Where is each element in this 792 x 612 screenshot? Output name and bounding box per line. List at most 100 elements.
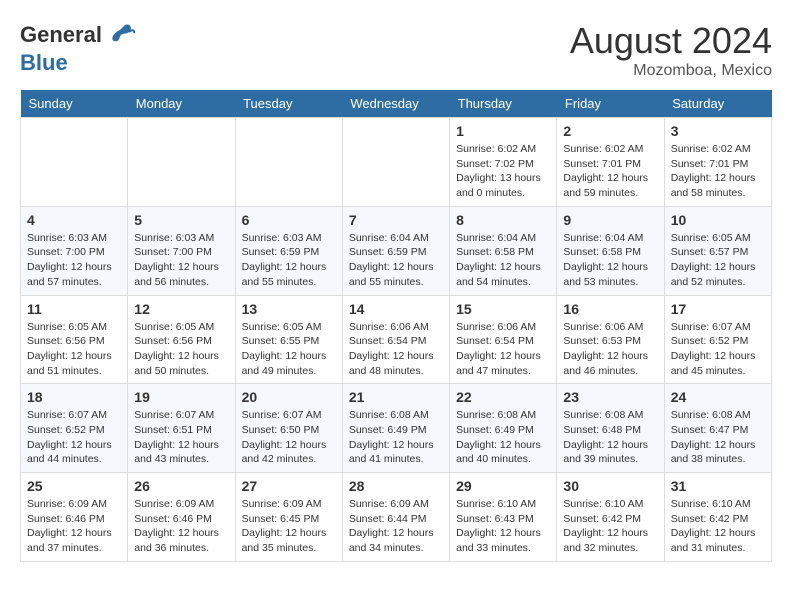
day-info: Sunrise: 6:02 AMSunset: 7:01 PMDaylight:…	[671, 142, 765, 201]
weekday-header-sunday: Sunday	[21, 90, 128, 118]
day-number: 7	[349, 212, 443, 228]
day-info: Sunrise: 6:07 AMSunset: 6:52 PMDaylight:…	[27, 408, 121, 467]
calendar-cell	[235, 118, 342, 207]
day-info: Sunrise: 6:07 AMSunset: 6:50 PMDaylight:…	[242, 408, 336, 467]
day-number: 13	[242, 301, 336, 317]
day-info: Sunrise: 6:05 AMSunset: 6:56 PMDaylight:…	[27, 320, 121, 379]
calendar-cell: 28 Sunrise: 6:09 AMSunset: 6:44 PMDayligh…	[342, 473, 449, 562]
calendar-cell: 3Sunrise: 6:02 AMSunset: 7:01 PMDaylight…	[664, 118, 771, 207]
calendar-cell: 2 Sunrise: 6:02 AMSunset: 7:01 PMDaylight…	[557, 118, 664, 207]
day-info: Sunrise: 6:05 AMSunset: 6:55 PMDaylight:…	[242, 320, 336, 379]
calendar-cell: 4Sunrise: 6:03 AMSunset: 7:00 PMDaylight…	[21, 206, 128, 295]
day-info: Sunrise: 6:04 AMSunset: 6:59 PMDaylight:…	[349, 231, 443, 290]
day-info: Sunrise: 6:05 AMSunset: 6:57 PMDaylight:…	[671, 231, 765, 290]
day-info: Sunrise: 6:03 AMSunset: 7:00 PMDaylight:…	[134, 231, 228, 290]
day-number: 30	[563, 478, 657, 494]
calendar-cell: 9 Sunrise: 6:04 AMSunset: 6:58 PMDaylight…	[557, 206, 664, 295]
logo-blue: Blue	[20, 50, 135, 76]
day-number: 16	[563, 301, 657, 317]
day-info: Sunrise: 6:09 AMSunset: 6:46 PMDaylight:…	[134, 497, 228, 556]
calendar-cell: 18 Sunrise: 6:07 AMSunset: 6:52 PMDayligh…	[21, 384, 128, 473]
calendar-week-row: 25Sunrise: 6:09 AMSunset: 6:46 PMDayligh…	[21, 473, 772, 562]
day-number: 19	[134, 389, 228, 405]
day-info: Sunrise: 6:07 AMSunset: 6:52 PMDaylight:…	[671, 320, 765, 379]
day-info: Sunrise: 6:02 AMSunset: 7:01 PMDaylight:…	[563, 142, 657, 201]
calendar-cell: 15 Sunrise: 6:06 AMSunset: 6:54 PMDayligh…	[450, 295, 557, 384]
day-info: Sunrise: 6:10 AMSunset: 6:42 PMDaylight:…	[563, 497, 657, 556]
day-number: 24	[671, 389, 765, 405]
day-number: 21	[349, 389, 443, 405]
day-info: Sunrise: 6:04 AMSunset: 6:58 PMDaylight:…	[563, 231, 657, 290]
calendar-cell: 14 Sunrise: 6:06 AMSunset: 6:54 PMDayligh…	[342, 295, 449, 384]
day-info: Sunrise: 6:07 AMSunset: 6:51 PMDaylight:…	[134, 408, 228, 467]
day-number: 18	[27, 389, 121, 405]
day-number: 9	[563, 212, 657, 228]
weekday-header-wednesday: Wednesday	[342, 90, 449, 118]
day-number: 1	[456, 123, 550, 139]
month-year-title: August 2024	[570, 20, 772, 62]
calendar-cell: 30 Sunrise: 6:10 AMSunset: 6:42 PMDayligh…	[557, 473, 664, 562]
calendar-cell: 13 Sunrise: 6:05 AMSunset: 6:55 PMDayligh…	[235, 295, 342, 384]
logo-bird-icon	[105, 20, 135, 50]
weekday-header-thursday: Thursday	[450, 90, 557, 118]
calendar-cell: 27 Sunrise: 6:09 AMSunset: 6:45 PMDayligh…	[235, 473, 342, 562]
day-info: Sunrise: 6:03 AMSunset: 6:59 PMDaylight:…	[242, 231, 336, 290]
calendar-cell: 23 Sunrise: 6:08 AMSunset: 6:48 PMDayligh…	[557, 384, 664, 473]
calendar-cell: 16 Sunrise: 6:06 AMSunset: 6:53 PMDayligh…	[557, 295, 664, 384]
day-info: Sunrise: 6:09 AMSunset: 6:45 PMDaylight:…	[242, 497, 336, 556]
day-number: 20	[242, 389, 336, 405]
day-number: 14	[349, 301, 443, 317]
logo-general: General	[20, 22, 102, 48]
calendar-cell: 10 Sunrise: 6:05 AMSunset: 6:57 PMDayligh…	[664, 206, 771, 295]
day-number: 5	[134, 212, 228, 228]
day-number: 27	[242, 478, 336, 494]
title-block: August 2024 Mozomboa, Mexico	[570, 20, 772, 80]
logo: General Blue	[20, 20, 135, 76]
calendar-cell: 21 Sunrise: 6:08 AMSunset: 6:49 PMDayligh…	[342, 384, 449, 473]
day-number: 29	[456, 478, 550, 494]
day-number: 15	[456, 301, 550, 317]
day-info: Sunrise: 6:05 AMSunset: 6:56 PMDaylight:…	[134, 320, 228, 379]
day-number: 6	[242, 212, 336, 228]
calendar-cell: 20 Sunrise: 6:07 AMSunset: 6:50 PMDayligh…	[235, 384, 342, 473]
day-info: Sunrise: 6:08 AMSunset: 6:49 PMDaylight:…	[349, 408, 443, 467]
day-number: 10	[671, 212, 765, 228]
calendar-cell: 5 Sunrise: 6:03 AMSunset: 7:00 PMDaylight…	[128, 206, 235, 295]
calendar-week-row: 18 Sunrise: 6:07 AMSunset: 6:52 PMDayligh…	[21, 384, 772, 473]
calendar-cell: 7 Sunrise: 6:04 AMSunset: 6:59 PMDaylight…	[342, 206, 449, 295]
page-header: General Blue August 2024 Mozomboa, Mexic…	[20, 20, 772, 80]
weekday-header-row: SundayMondayTuesdayWednesdayThursdayFrid…	[21, 90, 772, 118]
calendar-cell: 12 Sunrise: 6:05 AMSunset: 6:56 PMDayligh…	[128, 295, 235, 384]
calendar-cell: 26Sunrise: 6:09 AMSunset: 6:46 PMDayligh…	[128, 473, 235, 562]
day-number: 12	[134, 301, 228, 317]
calendar-week-row: 1Sunrise: 6:02 AMSunset: 7:02 PMDaylight…	[21, 118, 772, 207]
day-number: 2	[563, 123, 657, 139]
day-number: 31	[671, 478, 765, 494]
day-number: 28	[349, 478, 443, 494]
day-number: 8	[456, 212, 550, 228]
day-info: Sunrise: 6:08 AMSunset: 6:48 PMDaylight:…	[563, 408, 657, 467]
calendar-cell: 31Sunrise: 6:10 AMSunset: 6:42 PMDayligh…	[664, 473, 771, 562]
calendar-cell: 17 Sunrise: 6:07 AMSunset: 6:52 PMDayligh…	[664, 295, 771, 384]
calendar-cell: 22Sunrise: 6:08 AMSunset: 6:49 PMDayligh…	[450, 384, 557, 473]
calendar-cell: 11Sunrise: 6:05 AMSunset: 6:56 PMDayligh…	[21, 295, 128, 384]
day-number: 23	[563, 389, 657, 405]
day-info: Sunrise: 6:06 AMSunset: 6:54 PMDaylight:…	[349, 320, 443, 379]
day-info: Sunrise: 6:04 AMSunset: 6:58 PMDaylight:…	[456, 231, 550, 290]
day-info: Sunrise: 6:10 AMSunset: 6:43 PMDaylight:…	[456, 497, 550, 556]
day-info: Sunrise: 6:09 AMSunset: 6:46 PMDaylight:…	[27, 497, 121, 556]
weekday-header-monday: Monday	[128, 90, 235, 118]
calendar-cell	[342, 118, 449, 207]
day-info: Sunrise: 6:06 AMSunset: 6:53 PMDaylight:…	[563, 320, 657, 379]
calendar-cell: 24 Sunrise: 6:08 AMSunset: 6:47 PMDayligh…	[664, 384, 771, 473]
day-info: Sunrise: 6:08 AMSunset: 6:47 PMDaylight:…	[671, 408, 765, 467]
calendar-cell: 8 Sunrise: 6:04 AMSunset: 6:58 PMDaylight…	[450, 206, 557, 295]
calendar-cell	[128, 118, 235, 207]
day-info: Sunrise: 6:03 AMSunset: 7:00 PMDaylight:…	[27, 231, 121, 290]
calendar-cell: 19 Sunrise: 6:07 AMSunset: 6:51 PMDayligh…	[128, 384, 235, 473]
day-number: 17	[671, 301, 765, 317]
day-info: Sunrise: 6:06 AMSunset: 6:54 PMDaylight:…	[456, 320, 550, 379]
weekday-header-friday: Friday	[557, 90, 664, 118]
calendar-week-row: 11Sunrise: 6:05 AMSunset: 6:56 PMDayligh…	[21, 295, 772, 384]
day-info: Sunrise: 6:09 AMSunset: 6:44 PMDaylight:…	[349, 497, 443, 556]
